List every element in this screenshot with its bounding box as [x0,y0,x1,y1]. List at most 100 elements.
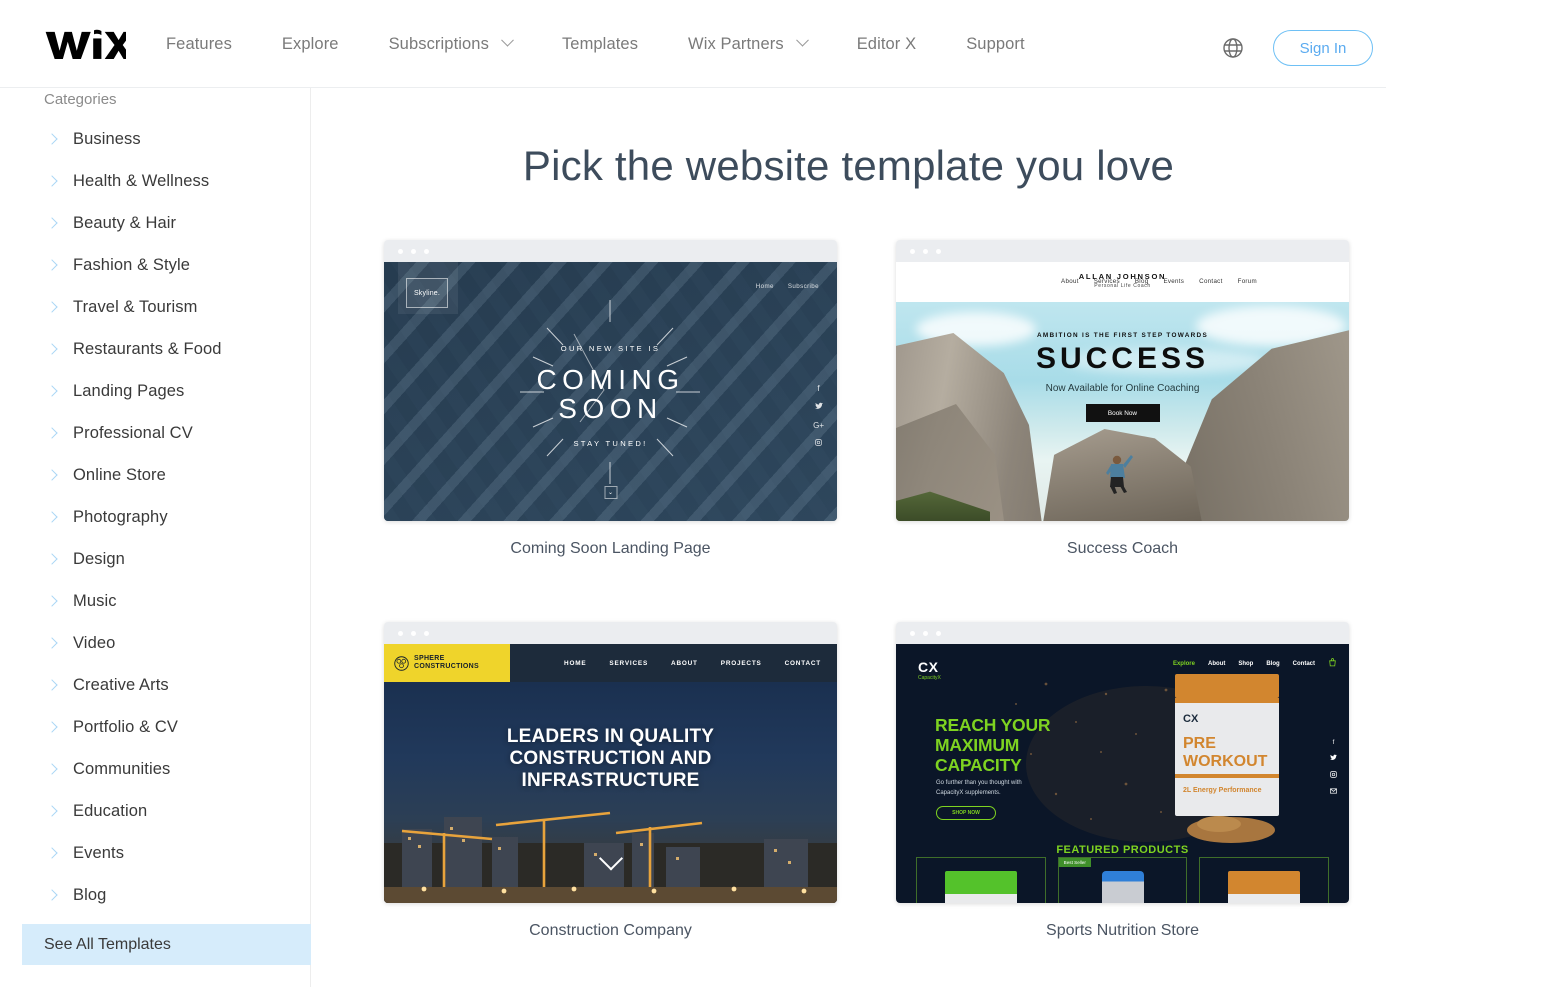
sign-in-button[interactable]: Sign In [1273,30,1373,66]
template-preview[interactable]: SPHERE CONSTRUCTIONS HOME SERVICES ABOUT… [384,622,837,903]
wix-logo[interactable] [44,28,133,62]
sidebar-item-portfolio-cv[interactable]: Portfolio & CV [0,706,311,748]
window-dot-icon [424,248,429,254]
product-image [1101,871,1144,903]
sidebar-item-creative-arts[interactable]: Creative Arts [0,664,311,706]
sidebar-item-communities[interactable]: Communities [0,748,311,790]
preview-screen: Skyline. Home Subscribe OUR NEW SITE IS … [384,262,837,521]
sidebar-item-events[interactable]: Events [0,832,311,874]
preview-nav: About Services Blog Events Contact Forum [1061,278,1257,285]
browser-chrome [384,622,837,644]
sidebar-item-label: Events [73,843,125,862]
sidebar-item-blog[interactable]: Blog [0,874,311,916]
preview-headline-1: LEADERS IN QUALITY [506,726,715,747]
browser-chrome [896,240,1349,262]
sidebar-item-business[interactable]: Business [0,118,311,160]
window-dot-icon [936,630,941,636]
preview-nav-item: SERVICES [609,659,649,667]
template-preview[interactable]: CX CapacityX Explore About Shop Blog Con… [896,622,1349,903]
preview-nav-item: CONTACT [784,659,821,667]
templates-main: Pick the website template you love Skyli… [311,88,1545,987]
sidebar-title: Categories [44,91,117,108]
sidebar-item-label: Landing Pages [73,381,185,400]
nav-item-wix-partners[interactable]: Wix Partners [688,33,831,54]
preview-social-links: f G+ [813,384,824,448]
chevron-right-icon [46,343,58,355]
chevron-right-icon [46,469,58,481]
preview-eyebrow: AMBITION IS THE FIRST STEP TOWARDS [1036,332,1209,339]
google-plus-icon: G+ [813,421,824,430]
window-dot-icon [398,248,403,254]
nav-label: Explore [281,34,339,53]
preview-logo: SPHERE CONSTRUCTIONS [384,644,510,682]
email-icon [1330,788,1337,796]
product-image [1228,871,1301,903]
template-card-success-coach[interactable]: ALLAN JOHNSON Personal Life Coach About … [896,240,1349,558]
sidebar-item-landing-pages[interactable]: Landing Pages [0,370,311,412]
window-dot-icon [411,248,416,254]
nav-item-templates[interactable]: Templates [562,35,662,54]
nav-item-editor-x[interactable]: Editor X [857,35,941,54]
browser-chrome [384,240,837,262]
sidebar-item-online-store[interactable]: Online Store [0,454,311,496]
preview-nav-item: Home [755,283,774,290]
window-dot-icon [910,630,915,636]
climber-figure [1106,455,1134,494]
template-card-sports-nutrition[interactable]: CX CapacityX Explore About Shop Blog Con… [896,622,1349,940]
twitter-icon [1330,754,1337,763]
sidebar-item-photography[interactable]: Photography [0,496,311,538]
product-tile: Best Seller [1057,857,1188,903]
nav-item-subscriptions[interactable]: Subscriptions [388,33,536,54]
preview-screen: SPHERE CONSTRUCTIONS HOME SERVICES ABOUT… [384,644,837,903]
template-preview[interactable]: ALLAN JOHNSON Personal Life Coach About … [896,240,1349,521]
chevron-right-icon [46,511,58,523]
sidebar-item-professional-cv[interactable]: Professional CV [0,412,311,454]
sidebar-item-music[interactable]: Music [0,580,311,622]
browser-chrome [896,622,1349,644]
see-all-templates-button[interactable]: See All Templates [22,924,311,965]
sidebar-item-travel-tourism[interactable]: Travel & Tourism [0,286,311,328]
sidebar-item-fashion-style[interactable]: Fashion & Style [0,244,311,286]
sidebar-item-label: Professional CV [73,423,193,442]
scroll-down-box-icon: ⌄ [604,486,617,499]
preview-hero: AMBITION IS THE FIRST STEP TOWARDS SUCCE… [896,302,1349,521]
template-preview[interactable]: Skyline. Home Subscribe OUR NEW SITE IS … [384,240,837,521]
sidebar-item-video[interactable]: Video [0,622,311,664]
svg-text:CX: CX [1183,713,1199,725]
instagram-icon [815,439,822,448]
nav-label: Features [166,34,232,53]
nav-item-features[interactable]: Features [166,35,256,54]
preview-nav-item: Forum [1237,278,1257,285]
globe-icon[interactable] [1221,36,1245,60]
template-caption: Success Coach [1066,540,1179,557]
window-dot-icon [398,630,403,636]
preview-hero-text: AMBITION IS THE FIRST STEP TOWARDS SUCCE… [896,332,1349,422]
template-card-construction[interactable]: SPHERE CONSTRUCTIONS HOME SERVICES ABOUT… [384,622,837,940]
preview-logo-main: CX [918,659,939,675]
sidebar-item-health-wellness[interactable]: Health & Wellness [0,160,311,202]
sidebar-item-education[interactable]: Education [0,790,311,832]
see-all-templates-label: See All Templates [44,935,171,953]
nav-item-support[interactable]: Support [966,35,1049,54]
preview-eyebrow: OUR NEW SITE IS [560,344,661,353]
sidebar-item-label: Education [73,801,148,820]
sidebar-item-label: Fashion & Style [73,255,191,274]
nav-label: Subscriptions [388,34,489,53]
preview-headline: SUCCESS [1035,342,1210,375]
chevron-down-icon [795,33,809,47]
chevron-right-icon [46,301,58,313]
nav-item-explore[interactable]: Explore [282,35,363,54]
preview-nav-item: Shop [1238,660,1254,667]
sidebar-item-design[interactable]: Design [0,538,311,580]
facebook-icon: f [1332,740,1335,746]
nav-label: Templates [561,34,639,53]
categories-sidebar: Categories Business Health & Wellness Be… [0,88,311,987]
sidebar-item-restaurants-food[interactable]: Restaurants & Food [0,328,311,370]
category-list: Business Health & Wellness Beauty & Hair… [0,118,311,916]
chevron-right-icon [46,847,58,859]
preview-logo-line1: SPHERE [414,654,445,662]
template-card-coming-soon[interactable]: Skyline. Home Subscribe OUR NEW SITE IS … [384,240,837,558]
product-pack-illustration: CX PRE WORKOUT 2L Energy Performance [1175,674,1279,843]
sidebar-item-beauty-hair[interactable]: Beauty & Hair [0,202,311,244]
svg-text:2L Energy Performance: 2L Energy Performance [1183,787,1262,794]
